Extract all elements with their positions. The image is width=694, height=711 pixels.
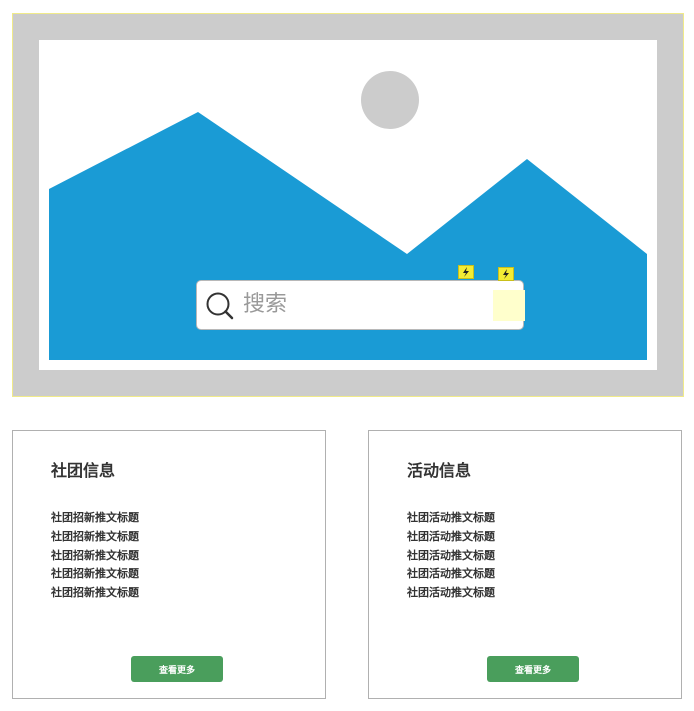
view-more-button[interactable]: 查看更多 [487,656,579,682]
activity-info-list: 社团活动推文标题 社团活动推文标题 社团活动推文标题 社团活动推文标题 社团活动… [407,509,495,603]
list-item[interactable]: 社团招新推文标题 [51,528,139,547]
list-item[interactable]: 社团活动推文标题 [407,528,495,547]
highlight-area [493,290,525,321]
list-item[interactable]: 社团活动推文标题 [407,584,495,603]
list-item[interactable]: 社团活动推文标题 [407,509,495,528]
view-more-button[interactable]: 查看更多 [131,656,223,682]
club-info-card: 社团信息 社团招新推文标题 社团招新推文标题 社团招新推文标题 社团招新推文标题… [12,430,326,699]
list-item[interactable]: 社团招新推文标题 [51,584,139,603]
list-item[interactable]: 社团活动推文标题 [407,565,495,584]
flash-icon[interactable] [458,265,474,279]
list-item[interactable]: 社团招新推文标题 [51,509,139,528]
activity-info-card: 活动信息 社团活动推文标题 社团活动推文标题 社团活动推文标题 社团活动推文标题… [368,430,682,699]
list-item[interactable]: 社团招新推文标题 [51,547,139,566]
sun-icon [361,71,419,129]
list-item[interactable]: 社团招新推文标题 [51,565,139,584]
search-icon[interactable] [205,291,235,321]
list-item[interactable]: 社团活动推文标题 [407,547,495,566]
flash-icon[interactable] [498,267,514,281]
club-info-title: 社团信息 [51,461,116,480]
club-info-list: 社团招新推文标题 社团招新推文标题 社团招新推文标题 社团招新推文标题 社团招新… [51,509,139,603]
activity-info-title: 活动信息 [407,461,472,480]
search-bar[interactable]: 搜索 [196,280,524,330]
search-input[interactable]: 搜索 [243,290,287,320]
hero-banner: 搜索 [12,13,684,397]
